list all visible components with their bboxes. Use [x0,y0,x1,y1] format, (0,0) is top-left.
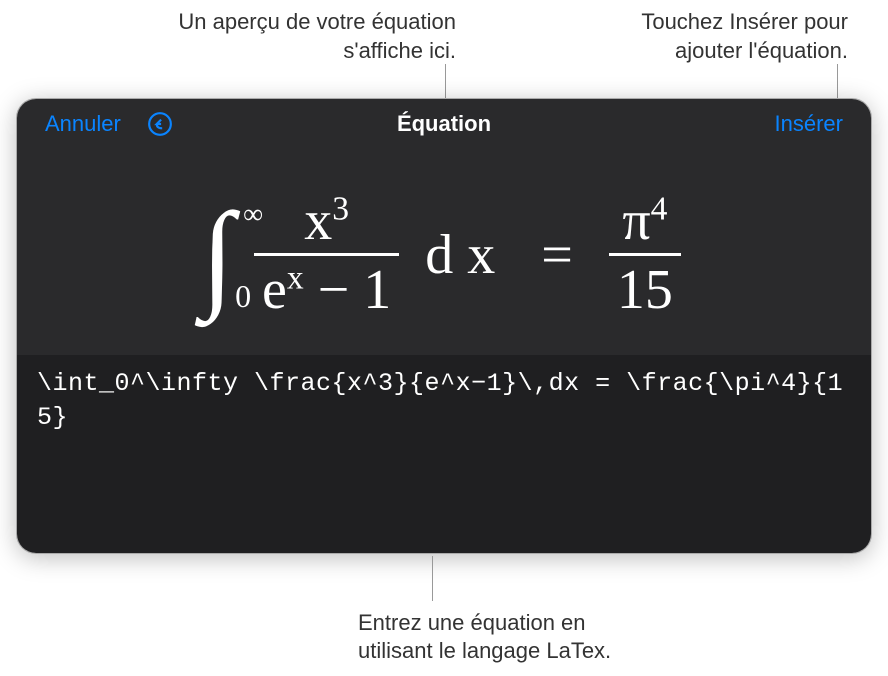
integral-upper-bound: ∞ [243,199,263,231]
callout-insert: Touchez Insérer pour ajouter l'équation. [568,8,848,65]
leader-line-input [432,556,433,601]
fraction-right: π4 15 [609,193,681,318]
latex-input-area[interactable]: \int_0^\infty \frac{x^3}{e^x−1}\,dx = \f… [17,355,871,554]
cancel-button[interactable]: Annuler [45,111,121,137]
equation-toolbar: Annuler Équation Insérer [17,99,871,149]
fraction-left: x3 ex − 1 [254,193,399,318]
fraction-right-numerator: π4 [614,193,675,253]
callout-input: Entrez une équation en utilisant le lang… [358,609,658,666]
undo-icon[interactable] [147,111,173,137]
equation-editor-panel: Annuler Équation Insérer ∫ ∞ 0 x3 [16,98,872,554]
differential-dx: d x [425,223,495,287]
integral-block: ∫ ∞ 0 [201,195,234,315]
latex-source-text[interactable]: \int_0^\infty \frac{x^3}{e^x−1}\,dx = \f… [37,367,851,435]
fraction-left-denominator: ex − 1 [254,256,399,318]
equation-preview-area: Annuler Équation Insérer ∫ ∞ 0 x3 [17,99,871,355]
integral-lower-bound: 0 [235,278,251,315]
equals-sign: = [541,223,573,287]
panel-title: Équation [397,111,491,137]
integral-sign: ∫ [201,195,234,315]
fraction-right-denominator: 15 [609,256,681,318]
fraction-left-numerator: x3 [296,193,357,253]
rendered-equation: ∫ ∞ 0 x3 ex − 1 d x = π4 15 [17,155,871,355]
insert-button[interactable]: Insérer [775,111,843,137]
callout-preview: Un aperçu de votre équation s'affiche ic… [136,8,456,65]
